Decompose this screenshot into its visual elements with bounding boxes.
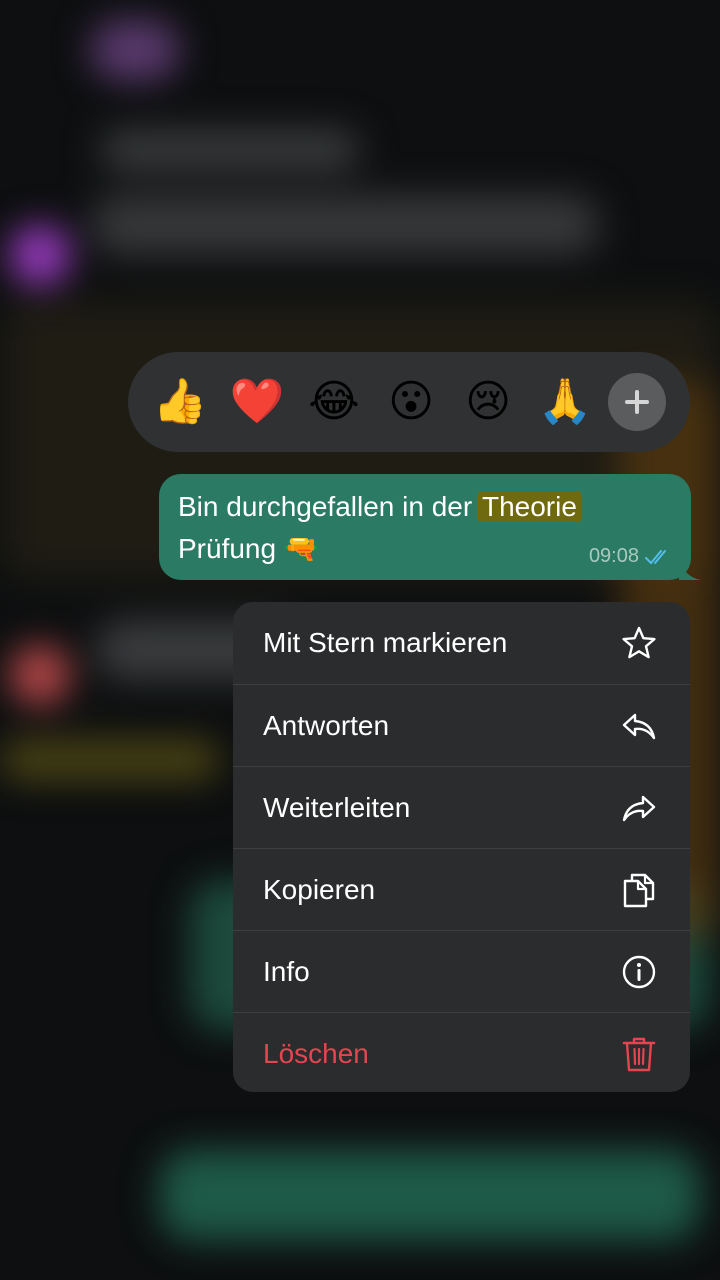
- copy-icon: [620, 871, 658, 909]
- heart-icon: ❤️: [229, 377, 285, 426]
- menu-item-info[interactable]: Info: [233, 930, 690, 1012]
- message-meta: 09:08: [589, 545, 673, 568]
- reaction-surprised[interactable]: 😮: [381, 372, 441, 432]
- reaction-bar: 👍 ❤️ 😂 😮 😢 🙏: [128, 352, 690, 452]
- message-time: 09:08: [588, 545, 639, 567]
- reaction-thumbs-up[interactable]: 👍: [150, 372, 210, 432]
- menu-item-label: Kopieren: [263, 873, 376, 905]
- context-menu: Mit Stern markieren Antworten Weiterleit…: [233, 602, 690, 1092]
- star-icon: [620, 624, 658, 662]
- message-text: Bin durchgefallen in der: [178, 491, 473, 522]
- screen: 👍 ❤️ 😂 😮 😢 🙏 Bin durchgefallen in der Th…: [0, 0, 720, 1280]
- crying-face-icon: 😢: [465, 377, 511, 426]
- menu-item-label: Info: [263, 955, 310, 987]
- bubble-tail: [679, 560, 701, 580]
- message-bubble[interactable]: Bin durchgefallen in der Theorie Prüfung…: [159, 474, 701, 580]
- surprised-face-icon: 😮: [388, 377, 434, 426]
- message-line-1: Bin durchgefallen in der Theorie: [178, 486, 671, 528]
- menu-item-delete[interactable]: Löschen: [233, 1012, 690, 1092]
- double-check-icon: [645, 549, 666, 564]
- menu-item-star[interactable]: Mit Stern markieren: [233, 602, 690, 684]
- menu-item-label: Antworten: [263, 709, 390, 741]
- forward-icon: [620, 789, 658, 827]
- reply-icon: [620, 707, 658, 745]
- water-pistol-emoji: 🔫: [283, 533, 319, 564]
- reaction-laughing[interactable]: 😂: [304, 372, 364, 432]
- menu-item-label: Mit Stern markieren: [263, 627, 508, 658]
- folded-hands-icon: 🙏: [537, 377, 593, 426]
- more-reactions-button[interactable]: [608, 373, 666, 431]
- reaction-crying[interactable]: 😢: [458, 372, 518, 432]
- plus-icon: [625, 390, 649, 414]
- info-icon: [620, 953, 658, 991]
- menu-item-reply[interactable]: Antworten: [233, 684, 690, 766]
- reaction-folded-hands[interactable]: 🙏: [535, 372, 595, 432]
- trash-icon: [620, 1035, 658, 1073]
- laughing-face-icon: 😂: [308, 377, 360, 426]
- message-highlighted-word: Theorie: [477, 491, 581, 522]
- message-text-line-2: Prüfung: [178, 533, 277, 564]
- menu-item-copy[interactable]: Kopieren: [233, 848, 690, 930]
- menu-item-label: Löschen: [263, 1037, 369, 1069]
- thumbs-up-icon: 👍: [152, 377, 208, 426]
- reaction-red-heart[interactable]: ❤️: [227, 372, 287, 432]
- menu-item-label: Weiterleiten: [263, 791, 411, 823]
- menu-item-forward[interactable]: Weiterleiten: [233, 766, 690, 848]
